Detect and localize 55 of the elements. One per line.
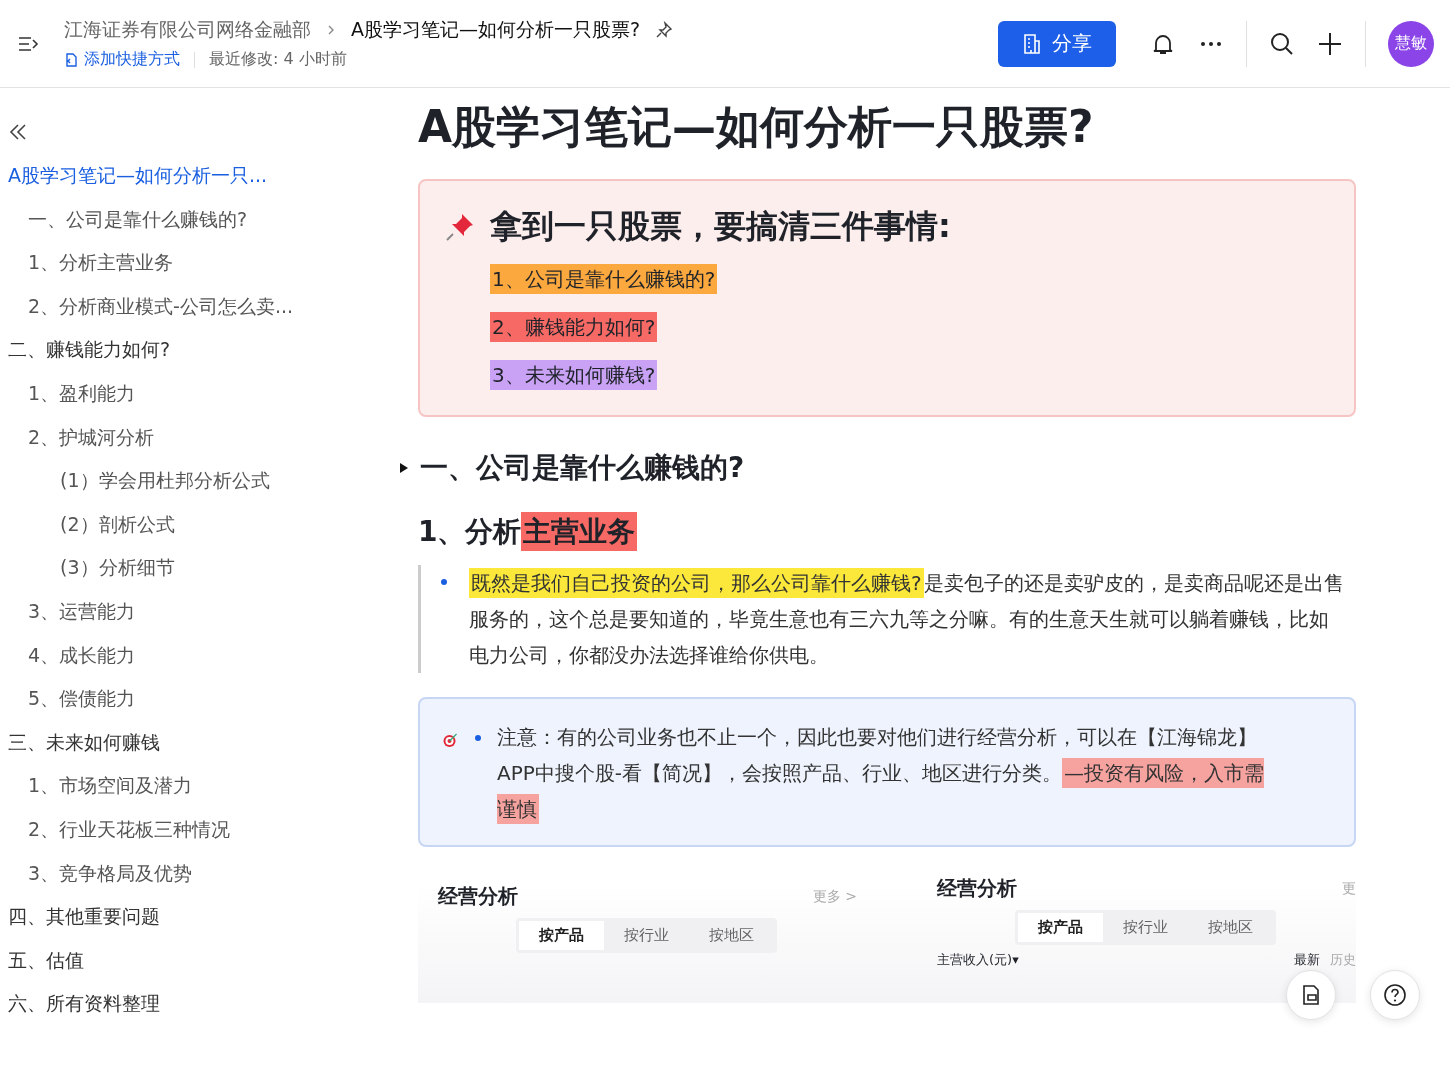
outline-item[interactable]: 一、公司是靠什么赚钱的?: [0, 197, 400, 242]
outline-item[interactable]: 3、运营能力: [0, 589, 400, 634]
outline-item[interactable]: (2）剖析公式: [0, 502, 400, 547]
bullet-paragraph: 既然是我们自己投资的公司，那么公司靠什么赚钱?是卖包子的还是卖驴皮的，是卖商品呢还是出售服务的，这个总是要知道的，毕竟生意也有三六九等之分嘛。有的生意天生就可以躺着赚钱，比如电力公司，你都没办法选择谁给你供电。: [469, 565, 1356, 673]
outline-item[interactable]: 5、偿债能力: [0, 677, 400, 721]
share-button[interactable]: 分享: [998, 20, 1116, 67]
outline-item[interactable]: 2、分析商业模式-公司怎么卖...: [0, 284, 400, 329]
panel-title: 经营分析: [438, 883, 518, 910]
bullet-icon: [475, 735, 482, 741]
pin-icon[interactable]: [654, 20, 675, 40]
segment-tab[interactable]: 按产品: [1018, 913, 1103, 942]
period-option[interactable]: 最新: [1294, 951, 1320, 969]
document-title: A股学习笔记—如何分析一只股票?: [351, 17, 641, 42]
segment-tab[interactable]: 按行业: [1103, 913, 1188, 942]
panel-title: 经营分析: [937, 875, 1017, 902]
subheading: 1、分析主营业务: [418, 513, 1356, 551]
help-button[interactable]: [1370, 970, 1420, 1020]
outline-item[interactable]: (3）分析细节: [0, 546, 400, 590]
outline-item[interactable]: 1、盈利能力: [0, 371, 400, 416]
segment-tab[interactable]: 按产品: [519, 921, 604, 950]
highlighted-item: 1、公司是靠什么赚钱的?: [490, 264, 718, 294]
search-icon[interactable]: [1269, 30, 1295, 57]
help-icon: [1383, 983, 1407, 1007]
last-modified: 最近修改: 4 小时前: [209, 49, 347, 70]
outline-item[interactable]: 六、所有资料整理: [0, 982, 400, 1026]
segment-tab[interactable]: 按行业: [604, 921, 689, 950]
outline-item[interactable]: 五、估值: [0, 938, 400, 983]
highlighted-item: 2、赚钱能力如何?: [490, 312, 658, 342]
breadcrumb-link[interactable]: 江海证券有限公司网络金融部: [64, 17, 311, 43]
add-icon[interactable]: [1317, 30, 1343, 57]
bullet-icon: [441, 579, 447, 585]
segment-tab[interactable]: 按地区: [689, 921, 774, 950]
pushpin-icon: [444, 211, 476, 243]
outline-item[interactable]: 1、市场空间及潜力: [0, 764, 400, 808]
outline-item[interactable]: A股学习笔记—如何分析一只...: [0, 154, 400, 198]
outline-item[interactable]: 二、赚钱能力如何?: [0, 328, 400, 372]
building-icon: [1022, 32, 1042, 55]
outline-item[interactable]: 1、分析主营业务: [0, 241, 400, 285]
outline-item[interactable]: 2、行业天花板三种情况: [0, 807, 400, 852]
callout-heading: 拿到一只股票，要搞清三件事情:: [490, 206, 951, 247]
outline-item[interactable]: 4、成长能力: [0, 633, 400, 678]
outline-item[interactable]: 三、未来如何赚钱: [0, 720, 400, 765]
segment-tab[interactable]: 按地区: [1188, 913, 1273, 942]
outline-item[interactable]: 3、竞争格局及优势: [0, 851, 400, 896]
outline-item[interactable]: 四、其他重要问题: [0, 895, 400, 939]
metric-dropdown[interactable]: 主营收入(元)▾: [937, 951, 1019, 969]
highlighted-item: 3、未来如何赚钱?: [490, 360, 658, 390]
page-title: A股学习笔记—如何分析一只股票?: [418, 100, 1095, 154]
toggle-triangle-icon[interactable]: [398, 461, 410, 475]
user-avatar[interactable]: 慧敏: [1388, 20, 1434, 67]
shortcut-icon: [64, 52, 78, 67]
section-heading: 一、公司是靠什么赚钱的?: [420, 450, 745, 486]
outline-item[interactable]: (1）学会用杜邦分析公式: [0, 459, 400, 503]
outline-item[interactable]: 2、护城河分析: [0, 415, 400, 460]
add-shortcut-link[interactable]: 添加快捷方式: [64, 49, 180, 70]
